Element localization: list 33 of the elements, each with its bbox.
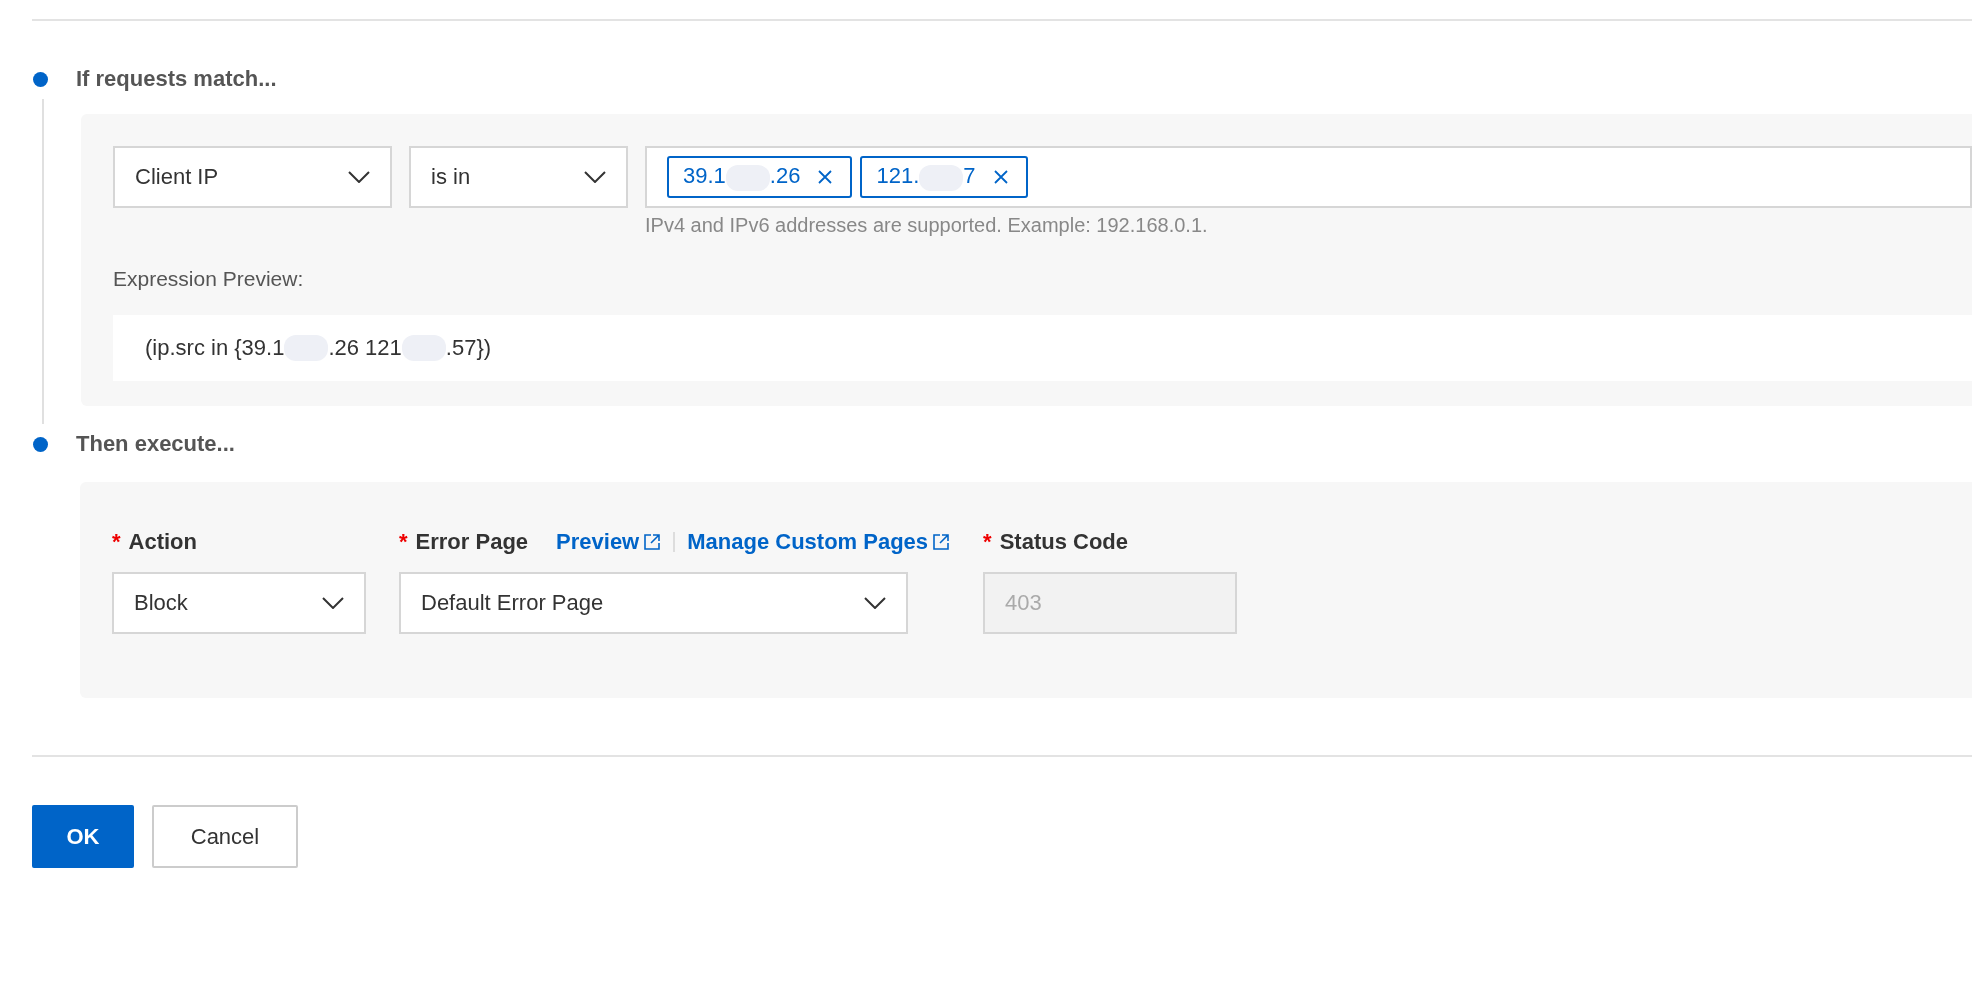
chevron-down-icon <box>348 171 370 183</box>
ip-tag: 39.1 .26 <box>667 156 853 198</box>
ip-tag: 121. 7 <box>860 156 1028 198</box>
external-link-icon <box>643 533 662 551</box>
required-mark: * <box>983 529 992 555</box>
error-page-dropdown[interactable]: Default Error Page <box>399 572 908 634</box>
field-label: Error Page <box>415 529 529 555</box>
step-dot <box>33 436 48 452</box>
hint-text: IPv4 and IPv6 addresses are supported. Example: 192.168.0.1. <box>645 214 1209 237</box>
close-icon[interactable] <box>993 170 1008 184</box>
dropdown[interactable]: Client IP <box>113 146 392 208</box>
action-dropdown[interactable]: Block <box>112 572 366 634</box>
dropdown[interactable]: is in <box>409 146 628 208</box>
required-mark: * <box>399 529 408 555</box>
field-label: Status Code <box>999 529 1128 555</box>
chevron-down-icon <box>322 597 344 609</box>
preview-label: Expression Preview: <box>113 267 305 291</box>
field-label: Action <box>128 529 197 555</box>
required-mark: * <box>112 529 121 555</box>
close-icon[interactable] <box>818 170 833 184</box>
section-title: Then execute... <box>76 431 235 457</box>
expression-preview: (ip.src in {39.1 .26 121 .57}) <box>113 315 1972 381</box>
link[interactable]: Manage Custom Pages <box>687 529 951 555</box>
chevron-down-icon <box>584 171 606 183</box>
link[interactable]: Preview <box>556 529 662 555</box>
ok-button[interactable]: OK <box>32 805 134 868</box>
section-title: If requests match... <box>76 66 277 92</box>
cancel-button[interactable]: Cancel <box>152 805 298 868</box>
ip-input-field[interactable]: 39.1 .26 121. 7 <box>645 146 1972 208</box>
status-code-field: 403 <box>983 572 1238 634</box>
step-dot <box>33 71 48 87</box>
chevron-down-icon <box>864 597 886 609</box>
external-link-icon <box>932 533 951 551</box>
